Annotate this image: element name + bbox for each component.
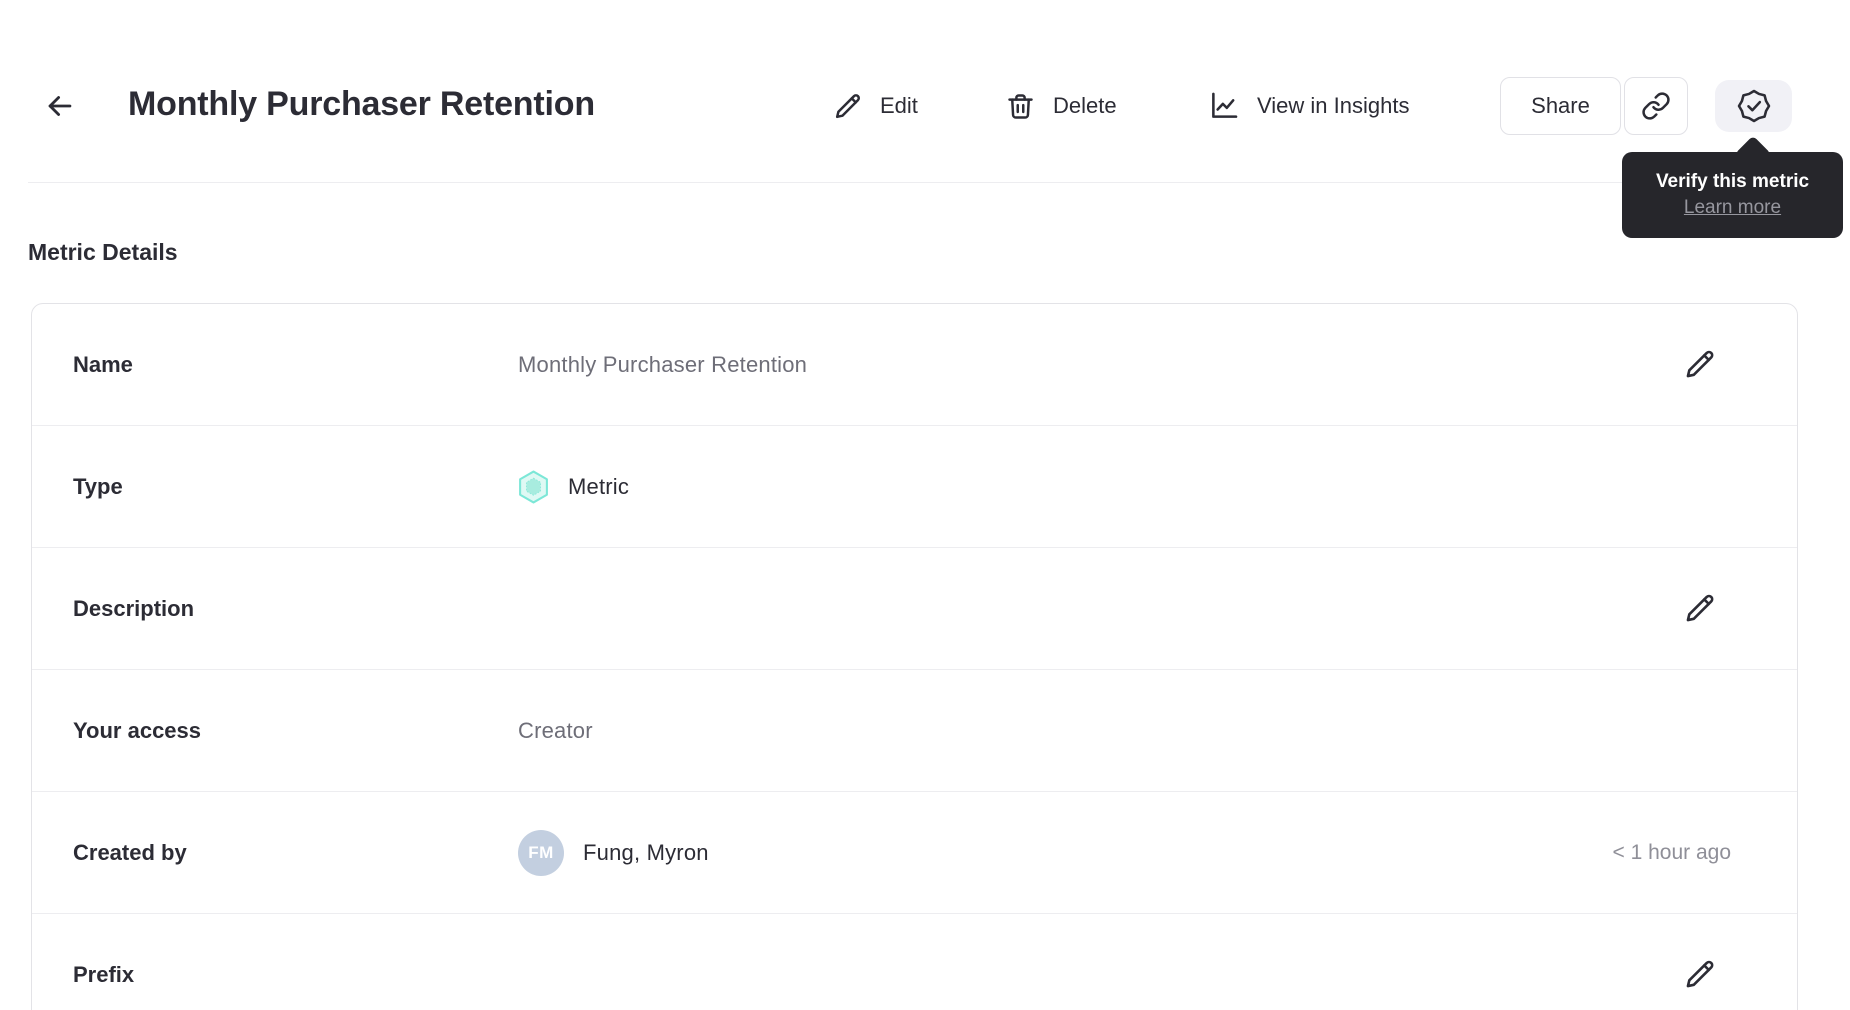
share-label: Share bbox=[1531, 93, 1590, 118]
row-name: Name Monthly Purchaser Retention bbox=[32, 304, 1797, 426]
row-prefix: Prefix bbox=[32, 914, 1797, 1010]
description-label: Description bbox=[73, 595, 195, 621]
trash-icon bbox=[1004, 90, 1037, 123]
row-type: Type Metric bbox=[32, 426, 1797, 548]
your-access-label: Your access bbox=[73, 717, 202, 743]
header-divider bbox=[28, 182, 1798, 183]
row-description: Description bbox=[32, 548, 1797, 670]
row-created-by: Created by FM Fung, Myron < 1 hour ago bbox=[32, 792, 1797, 914]
copy-link-button[interactable] bbox=[1624, 77, 1688, 135]
metric-details-page: Monthly Purchaser Retention Edit Delete bbox=[0, 0, 1850, 1010]
view-in-insights-button[interactable]: View in Insights bbox=[1207, 78, 1409, 134]
share-button[interactable]: Share bbox=[1500, 77, 1621, 135]
row-your-access: Your access Creator bbox=[32, 670, 1797, 792]
created-by-label: Created by bbox=[73, 839, 187, 865]
avatar: FM bbox=[518, 829, 564, 876]
edit-prefix-button[interactable] bbox=[1677, 953, 1721, 997]
pencil-icon bbox=[1681, 590, 1718, 627]
verified-badge-icon bbox=[1736, 88, 1772, 124]
name-label: Name bbox=[73, 351, 133, 377]
tooltip-title: Verify this metric bbox=[1655, 171, 1810, 192]
metric-details-card: Name Monthly Purchaser Retention Type Me… bbox=[31, 303, 1798, 1010]
section-heading: Metric Details bbox=[28, 239, 178, 265]
back-button[interactable] bbox=[40, 86, 80, 126]
edit-description-button[interactable] bbox=[1677, 587, 1721, 631]
pencil-icon bbox=[1681, 956, 1718, 993]
pencil-icon bbox=[1681, 346, 1718, 383]
view-in-insights-label: View in Insights bbox=[1257, 93, 1410, 118]
edit-label: Edit bbox=[880, 93, 918, 118]
type-value-group: Metric bbox=[518, 470, 629, 504]
type-value: Metric bbox=[568, 473, 630, 499]
pencil-icon bbox=[831, 90, 864, 123]
link-icon bbox=[1641, 91, 1671, 121]
delete-label: Delete bbox=[1053, 93, 1117, 118]
page-title: Monthly Purchaser Retention bbox=[128, 85, 595, 123]
delete-button[interactable]: Delete bbox=[1004, 78, 1117, 134]
metric-hexagon-icon bbox=[518, 470, 549, 504]
verify-metric-button[interactable] bbox=[1715, 80, 1792, 132]
verify-tooltip: Verify this metric Learn more bbox=[1622, 152, 1843, 238]
your-access-value: Creator bbox=[518, 717, 593, 743]
created-by-value: Fung, Myron bbox=[583, 839, 709, 865]
edit-button[interactable]: Edit bbox=[831, 78, 918, 134]
name-value: Monthly Purchaser Retention bbox=[518, 351, 808, 377]
created-by-value-group: FM Fung, Myron bbox=[518, 829, 709, 876]
edit-name-button[interactable] bbox=[1677, 343, 1721, 387]
type-label: Type bbox=[73, 473, 123, 499]
prefix-label: Prefix bbox=[73, 961, 135, 987]
created-timestamp: < 1 hour ago bbox=[1612, 840, 1731, 864]
learn-more-link[interactable]: Learn more bbox=[1684, 197, 1781, 219]
line-chart-icon bbox=[1207, 89, 1241, 123]
back-arrow-icon bbox=[43, 89, 77, 123]
